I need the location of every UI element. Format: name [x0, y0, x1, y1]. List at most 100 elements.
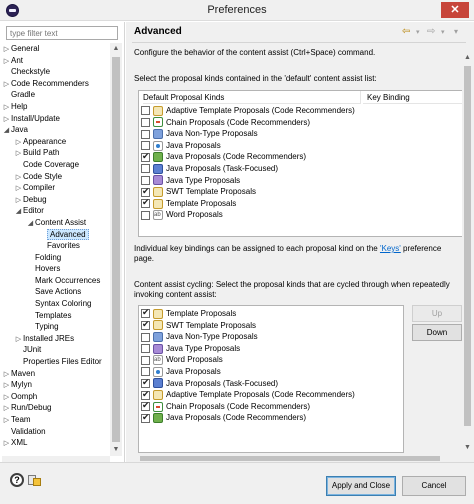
proposal-row[interactable]: Java Proposals (Task-Focused) [141, 377, 278, 390]
proposal-row[interactable]: Template Proposals [141, 197, 236, 210]
tree-item[interactable]: Folding [2, 252, 109, 264]
proposal-row[interactable]: Java Proposals [141, 366, 221, 378]
tree-item[interactable]: ▷ Team [2, 414, 109, 426]
keys-link[interactable]: 'Keys' [380, 244, 401, 253]
tree-item[interactable]: ▷ Maven [2, 368, 109, 380]
tree-item[interactable]: Advanced [2, 228, 109, 241]
back-menu-icon[interactable]: ▾ [416, 28, 420, 36]
proposal-row[interactable]: Java Proposals (Task-Focused) [141, 163, 278, 175]
tree-item[interactable]: Validation [2, 426, 109, 438]
page-horizontal-scrollbar[interactable] [126, 454, 462, 462]
tree-item[interactable]: ▷ Run/Debug [2, 402, 109, 414]
tree-item[interactable]: JUnit [2, 344, 109, 356]
tree-item[interactable]: Save Actions [2, 286, 109, 298]
tree-item[interactable]: Favorites [2, 240, 109, 252]
column-header-key-binding[interactable]: Key Binding [363, 91, 463, 104]
tree-item[interactable]: Hovers [2, 263, 109, 275]
proposal-checkbox[interactable] [141, 377, 150, 389]
proposal-checkbox[interactable] [141, 117, 150, 127]
proposal-row[interactable]: Java Type Proposals [141, 343, 240, 355]
tree-item[interactable]: Syntax Coloring [2, 298, 109, 310]
down-button[interactable]: Down [412, 324, 462, 341]
proposal-checkbox[interactable] [141, 389, 150, 400]
proposal-row[interactable]: Java Type Proposals [141, 175, 240, 187]
tree-item[interactable]: ▷ General [2, 43, 109, 55]
proposal-checkbox[interactable] [141, 355, 150, 365]
forward-menu-icon[interactable]: ▾ [441, 28, 445, 36]
proposal-row[interactable]: Chain Proposals (Code Recommenders) [141, 400, 310, 413]
proposal-checkbox[interactable] [141, 367, 150, 377]
page-hscroll-thumb[interactable] [140, 456, 440, 461]
page-scroll-down-icon[interactable]: ▼ [462, 442, 473, 454]
proposal-row[interactable]: Java Proposals (Code Recommenders) [141, 412, 306, 424]
proposal-checkbox[interactable] [141, 210, 150, 220]
tree-item[interactable]: Gradle [2, 89, 109, 101]
proposal-checkbox[interactable] [141, 307, 150, 319]
proposal-checkbox[interactable] [141, 151, 150, 162]
tree-item[interactable]: ▷ Build Path [2, 147, 109, 159]
tree-item[interactable]: ◢ Java [2, 124, 109, 136]
forward-arrow-icon[interactable]: ⇨ [427, 26, 435, 37]
tree-item[interactable]: Checkstyle [2, 66, 109, 78]
proposal-checkbox[interactable] [141, 186, 150, 197]
tree-item[interactable]: Code Coverage [2, 159, 109, 171]
tree-item[interactable]: Templates [2, 310, 109, 322]
tree-item[interactable]: ▷ Installed JREs [2, 333, 109, 345]
tree-item[interactable]: ▷ Ant [2, 55, 109, 67]
tree-item[interactable]: ▷ Appearance [2, 136, 109, 148]
close-button[interactable]: ✕ [441, 2, 469, 18]
tree-item[interactable]: ▷ Install/Update [2, 113, 109, 125]
proposal-checkbox[interactable] [141, 164, 150, 174]
tree-scroll-thumb[interactable] [112, 57, 120, 442]
tree-item[interactable]: ◢ Content Assist [2, 217, 109, 229]
apply-and-close-button[interactable]: Apply and Close [326, 476, 396, 496]
tree-item[interactable]: ◢ Editor [2, 205, 109, 217]
scroll-up-icon[interactable]: ▲ [110, 43, 122, 55]
cancel-button[interactable]: Cancel [402, 476, 466, 496]
proposal-row[interactable]: Java Proposals [141, 140, 221, 152]
proposal-row[interactable]: SWT Template Proposals [141, 319, 256, 332]
tree-item[interactable]: ▷ Help [2, 101, 109, 113]
filter-input[interactable] [6, 26, 118, 40]
proposal-checkbox[interactable] [141, 332, 150, 342]
proposal-row[interactable]: Java Non-Type Proposals [141, 331, 258, 343]
proposal-checkbox[interactable] [141, 412, 150, 423]
proposal-row[interactable]: Java Proposals (Code Recommenders) [141, 151, 306, 163]
tree-item[interactable]: Properties Files Editor [2, 356, 109, 368]
tree-item[interactable]: ▷ XML [2, 437, 109, 449]
proposal-row[interactable]: Word Proposals [141, 209, 223, 222]
proposal-row[interactable]: Chain Proposals (Code Recommenders) [141, 117, 310, 129]
tree-item[interactable]: Mark Occurrences [2, 275, 109, 287]
import-export-icon[interactable] [28, 473, 42, 487]
proposal-row[interactable]: Template Proposals [141, 307, 236, 320]
tree-vertical-scrollbar[interactable]: ▲ ▼ [110, 43, 122, 456]
proposal-row[interactable]: Adaptive Template Proposals (Code Recomm… [141, 389, 355, 401]
proposal-checkbox[interactable] [141, 141, 150, 151]
up-button[interactable]: Up [412, 305, 462, 322]
proposal-row[interactable]: Java Non-Type Proposals [141, 128, 258, 140]
tree-item[interactable]: ▷ Debug [2, 194, 109, 206]
proposal-checkbox[interactable] [141, 197, 150, 209]
tree-item[interactable]: ▷ Compiler [2, 182, 109, 194]
page-scroll-thumb[interactable] [464, 66, 471, 426]
proposal-checkbox[interactable] [141, 319, 150, 331]
help-icon[interactable]: ? [10, 473, 24, 487]
tree-item[interactable]: ▷ Mylyn [2, 379, 109, 391]
view-menu-icon[interactable]: ▾ [454, 27, 458, 36]
scroll-down-icon[interactable]: ▼ [110, 444, 122, 456]
proposal-checkbox[interactable] [141, 344, 150, 354]
back-arrow-icon[interactable]: ⇦ [402, 26, 410, 37]
tree-item[interactable]: ▷ Code Style [2, 171, 109, 183]
proposal-row[interactable]: SWT Template Proposals [141, 186, 256, 198]
column-header-kinds[interactable]: Default Proposal Kinds [143, 91, 361, 104]
tree-item[interactable]: ▷ Code Recommenders [2, 78, 109, 90]
proposal-checkbox[interactable] [141, 106, 150, 116]
proposal-checkbox[interactable] [141, 175, 150, 185]
proposal-checkbox[interactable] [141, 400, 150, 412]
proposal-checkbox[interactable] [141, 129, 150, 139]
proposal-row[interactable]: Adaptive Template Proposals (Code Recomm… [141, 105, 355, 117]
tree-item[interactable]: ▷ Oomph [2, 391, 109, 403]
proposal-row[interactable]: Word Proposals [141, 354, 223, 367]
tree-item[interactable]: Typing [2, 321, 109, 333]
page-vertical-scrollbar[interactable]: ▲ ▼ [462, 52, 473, 454]
